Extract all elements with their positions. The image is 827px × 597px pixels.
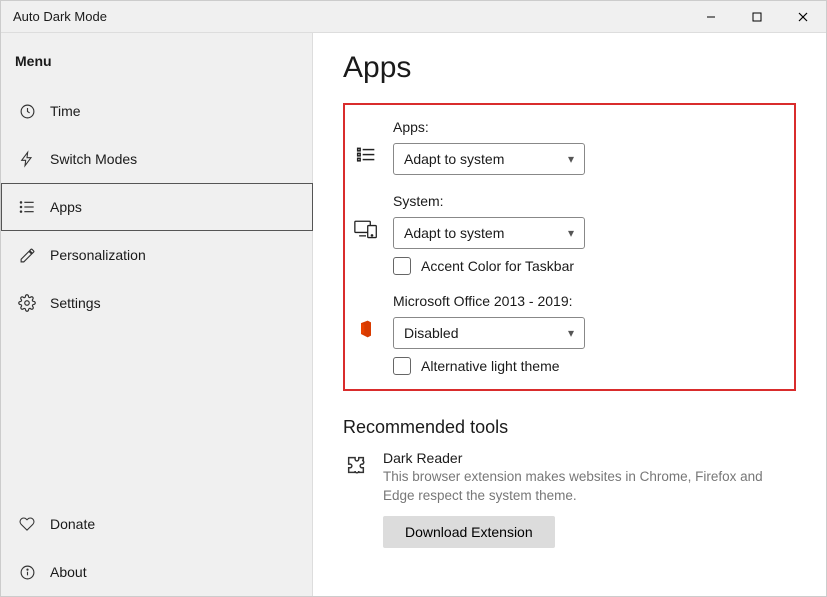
sidebar-item-time[interactable]: Time xyxy=(1,87,312,135)
alt-light-theme-checkbox[interactable] xyxy=(393,357,411,375)
sidebar-item-donate[interactable]: Donate xyxy=(1,500,312,548)
maximize-button[interactable] xyxy=(734,1,780,33)
app-window: Auto Dark Mode Menu Time xyxy=(0,0,827,597)
sidebar-item-label: Time xyxy=(50,103,81,119)
office-select-value: Disabled xyxy=(404,325,458,341)
apps-settings-group: Apps: Adapt to system ▾ System: xyxy=(343,103,796,391)
office-icon xyxy=(353,319,379,339)
sidebar-item-switch-modes[interactable]: Switch Modes xyxy=(1,135,312,183)
office-select[interactable]: Disabled ▾ xyxy=(393,317,585,349)
window-controls xyxy=(688,1,826,33)
sidebar-item-label: Apps xyxy=(50,199,82,215)
tool-description: This browser extension makes websites in… xyxy=(383,468,763,506)
info-icon xyxy=(18,563,36,581)
close-button[interactable] xyxy=(780,1,826,33)
sidebar-item-label: Switch Modes xyxy=(50,151,137,167)
minimize-button[interactable] xyxy=(688,1,734,33)
sidebar-item-personalization[interactable]: Personalization xyxy=(1,231,312,279)
sidebar-item-settings[interactable]: Settings xyxy=(1,279,312,327)
alt-light-theme-label: Alternative light theme xyxy=(421,358,560,374)
apps-select-label: Apps: xyxy=(393,119,780,135)
devices-icon xyxy=(353,219,379,239)
close-icon xyxy=(798,12,808,22)
puzzle-icon xyxy=(343,454,369,476)
system-select-label: System: xyxy=(393,193,780,209)
apps-select[interactable]: Adapt to system ▾ xyxy=(393,143,585,175)
sidebar-item-label: About xyxy=(50,564,87,580)
accent-taskbar-checkbox[interactable] xyxy=(393,257,411,275)
clock-icon xyxy=(18,102,36,120)
system-select-value: Adapt to system xyxy=(404,225,504,241)
window-title: Auto Dark Mode xyxy=(13,9,107,24)
system-select[interactable]: Adapt to system ▾ xyxy=(393,217,585,249)
sidebar-item-apps[interactable]: Apps xyxy=(1,183,313,231)
gear-icon xyxy=(18,294,36,312)
list-icon xyxy=(18,198,36,216)
sidebar: Menu Time Switch Modes xyxy=(1,33,313,596)
sidebar-item-about[interactable]: About xyxy=(1,548,312,596)
sidebar-item-label: Donate xyxy=(50,516,95,532)
page-title: Apps xyxy=(343,51,796,85)
setting-system: System: Adapt to system ▾ Accent Color f… xyxy=(353,193,780,275)
alt-light-theme-row: Alternative light theme xyxy=(393,357,780,375)
window-body: Menu Time Switch Modes xyxy=(1,33,826,596)
maximize-icon xyxy=(752,12,762,22)
titlebar: Auto Dark Mode xyxy=(1,1,826,33)
sidebar-header: Menu xyxy=(1,33,312,87)
tool-name: Dark Reader xyxy=(383,450,796,466)
accent-taskbar-row: Accent Color for Taskbar xyxy=(393,257,780,275)
pencil-icon xyxy=(18,246,36,264)
heart-icon xyxy=(18,515,36,533)
setting-apps: Apps: Adapt to system ▾ xyxy=(353,119,780,175)
tool-dark-reader: Dark Reader This browser extension makes… xyxy=(343,450,796,548)
chevron-down-icon: ▾ xyxy=(568,226,574,240)
lightning-icon xyxy=(18,150,36,168)
office-select-label: Microsoft Office 2013 - 2019: xyxy=(393,293,780,309)
download-extension-button[interactable]: Download Extension xyxy=(383,516,555,548)
recommended-heading: Recommended tools xyxy=(343,417,796,438)
chevron-down-icon: ▾ xyxy=(568,326,574,340)
sidebar-item-label: Personalization xyxy=(50,247,146,263)
minimize-icon xyxy=(706,12,716,22)
sidebar-item-label: Settings xyxy=(50,295,101,311)
content-area: Apps Apps: Adapt to system ▾ xyxy=(313,33,826,596)
setting-office: Microsoft Office 2013 - 2019: Disabled ▾… xyxy=(353,293,780,375)
accent-taskbar-label: Accent Color for Taskbar xyxy=(421,258,574,274)
chevron-down-icon: ▾ xyxy=(568,152,574,166)
apps-select-value: Adapt to system xyxy=(404,151,504,167)
sidebar-nav: Time Switch Modes Apps xyxy=(1,87,312,596)
sidebar-bottom: Donate About xyxy=(1,500,312,596)
apps-list-icon xyxy=(353,145,379,165)
